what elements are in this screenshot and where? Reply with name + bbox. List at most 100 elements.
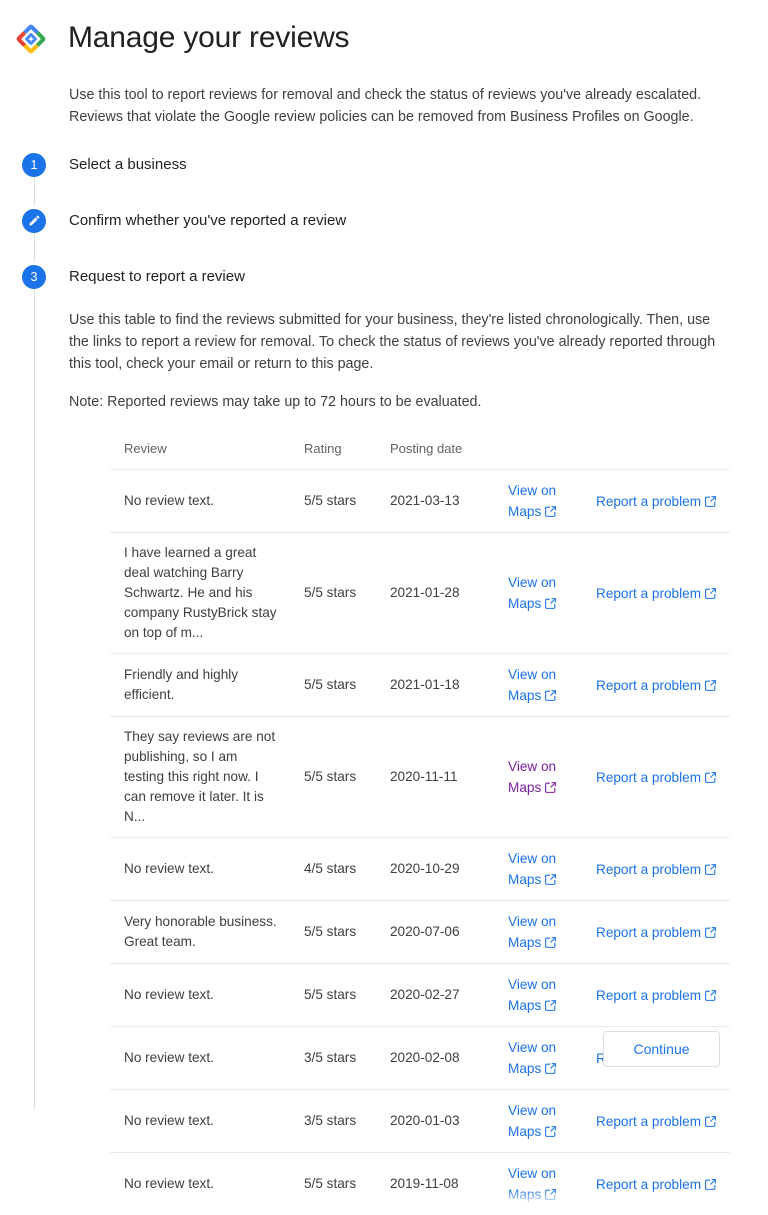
step-confirm-reported-review[interactable]: Confirm whether you've reported a review [0,209,768,237]
external-link-icon [704,771,717,784]
report-a-problem-label: Report a problem [596,988,701,1003]
cell-view-on-maps: View on Maps [494,838,582,901]
report-a-problem-link[interactable]: Report a problem [596,494,717,509]
cell-report-a-problem: Report a problem [582,901,730,964]
view-on-maps-link[interactable]: View on Maps [508,575,557,611]
column-header-posting-date: Posting date [376,437,494,470]
external-link-icon [704,989,717,1002]
report-a-problem-link[interactable]: Report a problem [596,770,717,785]
external-link-icon [704,1178,717,1191]
report-a-problem-link[interactable]: Report a problem [596,925,717,940]
report-a-problem-label: Report a problem [596,1114,701,1129]
cell-posting-date: 2020-10-29 [376,838,494,901]
external-link-icon [544,505,557,518]
view-on-maps-link[interactable]: View on Maps [508,914,557,950]
external-link-icon [704,679,717,692]
external-link-icon [704,926,717,939]
table-row: Friendly and highly efficient.5/5 stars2… [110,654,730,717]
table-header-row: Review Rating Posting date [110,437,730,470]
google-diamond-logo-icon [14,22,48,56]
cell-view-on-maps: View on Maps [494,1027,582,1090]
report-a-problem-link[interactable]: Report a problem [596,586,717,601]
cell-view-on-maps: View on Maps [494,901,582,964]
step-connector-line [34,289,35,1109]
report-a-problem-link[interactable]: Report a problem [596,678,717,693]
step-3-note: Note: Reported reviews may take up to 72… [69,391,729,413]
reviews-table: Review Rating Posting date No review tex… [110,437,730,1215]
cell-review-text: They say reviews are not publishing, so … [110,717,290,838]
cell-review-text: No review text. [110,1090,290,1153]
cell-report-a-problem: Report a problem [582,964,730,1027]
cell-report-a-problem: Report a problem [582,1090,730,1153]
view-on-maps-link[interactable]: View on Maps [508,1103,557,1139]
continue-button[interactable]: Continue [603,1031,720,1067]
view-on-maps-link[interactable]: View on Maps [508,977,557,1013]
cell-rating: 5/5 stars [290,654,376,717]
external-link-icon [544,689,557,702]
external-link-icon [704,863,717,876]
table-row: Very honorable business. Great team.5/5 … [110,901,730,964]
external-link-icon [544,1062,557,1075]
footer-actions: Continue [603,1031,720,1067]
cell-rating: 5/5 stars [290,717,376,838]
table-row: No review text.3/5 stars2020-01-03View o… [110,1090,730,1153]
step-1-title: Select a business [69,153,768,177]
cell-report-a-problem: Report a problem [582,470,730,533]
cell-posting-date: 2020-02-08 [376,1027,494,1090]
report-a-problem-label: Report a problem [596,586,701,601]
report-a-problem-label: Report a problem [596,770,701,785]
cell-report-a-problem: Report a problem [582,654,730,717]
cell-posting-date: 2021-01-28 [376,533,494,654]
external-link-icon [544,936,557,949]
cell-review-text: No review text. [110,1153,290,1215]
page-title: Manage your reviews [68,20,349,56]
external-link-icon [544,597,557,610]
external-link-icon [544,1188,557,1201]
cell-review-text: I have learned a great deal watching Bar… [110,533,290,654]
cell-rating: 5/5 stars [290,533,376,654]
external-link-icon [544,999,557,1012]
report-a-problem-link[interactable]: Report a problem [596,1114,717,1129]
intro-line-2: Reviews that violate the Google review p… [69,109,694,125]
view-on-maps-link[interactable]: View on Maps [508,667,557,703]
table-row: No review text.5/5 stars2021-03-13View o… [110,470,730,533]
cell-posting-date: 2020-01-03 [376,1090,494,1153]
step-2-marker [22,209,46,233]
cell-rating: 5/5 stars [290,964,376,1027]
cell-view-on-maps: View on Maps [494,533,582,654]
report-a-problem-label: Report a problem [596,678,701,693]
cell-posting-date: 2020-07-06 [376,901,494,964]
report-a-problem-link[interactable]: Report a problem [596,1177,717,1192]
step-select-a-business[interactable]: 1 Select a business [0,153,768,181]
external-link-icon [704,1115,717,1128]
step-connector-line [34,233,35,261]
view-on-maps-link[interactable]: View on Maps [508,759,557,795]
pencil-icon [22,214,46,227]
cell-view-on-maps: View on Maps [494,1153,582,1215]
step-3-marker: 3 [22,265,46,289]
external-link-icon [704,587,717,600]
column-header-review: Review [110,437,290,470]
report-a-problem-label: Report a problem [596,862,701,877]
column-header-report-link [582,437,730,470]
cell-review-text: No review text. [110,470,290,533]
cell-view-on-maps: View on Maps [494,964,582,1027]
step-request-to-report-a-review[interactable]: 3 Request to report a review [0,265,768,293]
external-link-icon [544,1125,557,1138]
cell-rating: 5/5 stars [290,901,376,964]
view-on-maps-link[interactable]: View on Maps [508,1166,557,1202]
stepper: 1 Select a business Confirm whether you'… [0,153,768,413]
view-on-maps-link[interactable]: View on Maps [508,483,557,519]
cell-review-text: Friendly and highly efficient. [110,654,290,717]
view-on-maps-link[interactable]: View on Maps [508,1040,557,1076]
view-on-maps-link[interactable]: View on Maps [508,851,557,887]
table-row: I have learned a great deal watching Bar… [110,533,730,654]
reviews-table-container: Review Rating Posting date No review tex… [110,437,730,1215]
cell-posting-date: 2021-01-18 [376,654,494,717]
cell-view-on-maps: View on Maps [494,1090,582,1153]
report-a-problem-link[interactable]: Report a problem [596,988,717,1003]
report-a-problem-link[interactable]: Report a problem [596,862,717,877]
external-link-icon [704,495,717,508]
step-3-body: Use this table to find the reviews submi… [0,309,768,413]
intro-line-1: Use this tool to report reviews for remo… [69,87,701,103]
